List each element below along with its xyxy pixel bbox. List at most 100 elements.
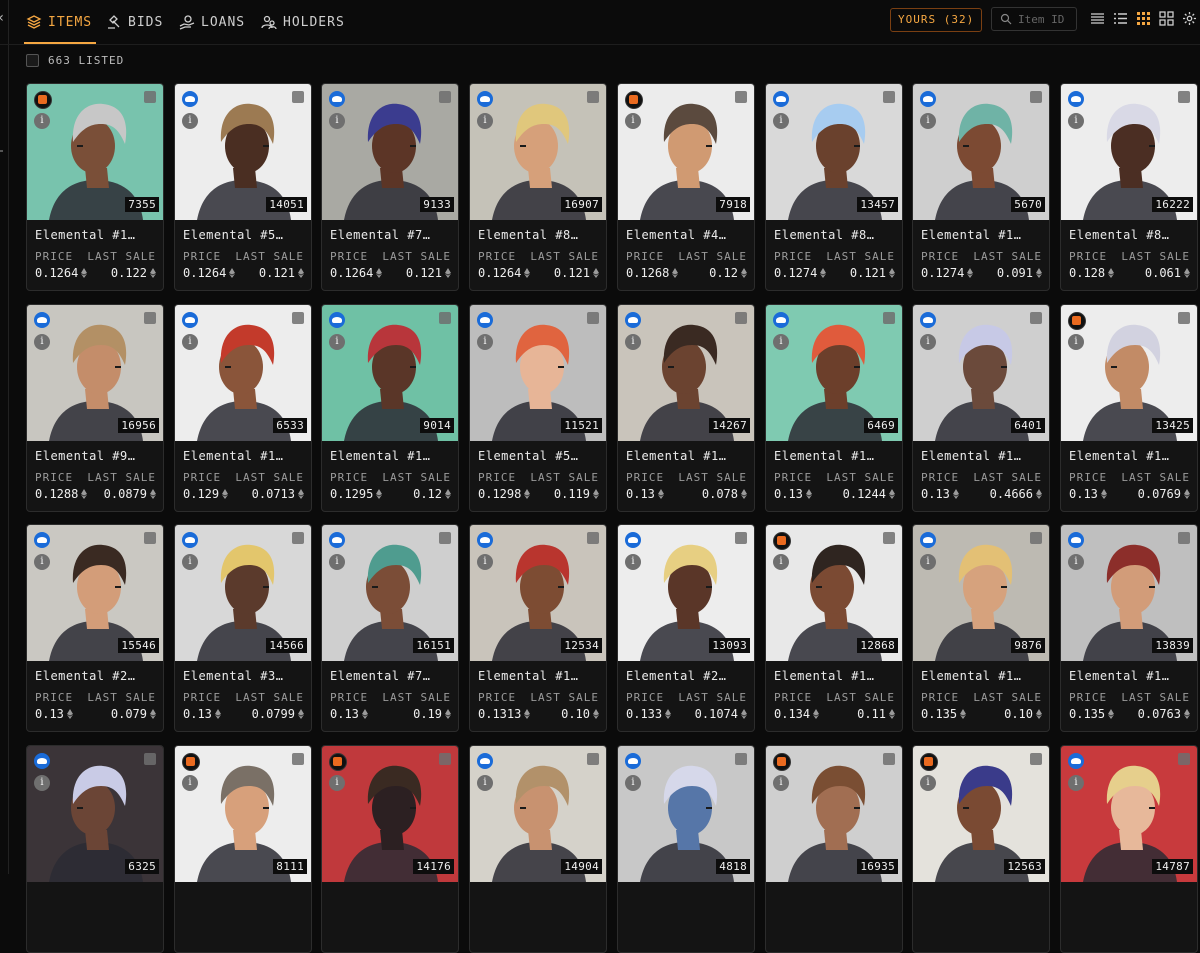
select-checkbox[interactable]: [1178, 532, 1190, 544]
gear-icon[interactable]: [1182, 11, 1197, 26]
nft-card[interactable]: i 14176: [321, 745, 459, 953]
info-icon[interactable]: i: [477, 113, 493, 129]
info-icon[interactable]: i: [477, 775, 493, 791]
nft-card[interactable]: i 12868 Elemental #1… PRICE LAST SALE 0.134 0.…: [765, 524, 903, 732]
nft-card[interactable]: i 13093 Elemental #2… PRICE LAST SALE 0.133 0.…: [617, 524, 755, 732]
info-icon[interactable]: i: [477, 334, 493, 350]
info-icon[interactable]: i: [1068, 775, 1084, 791]
select-checkbox[interactable]: [735, 532, 747, 544]
info-icon[interactable]: i: [920, 775, 936, 791]
select-checkbox[interactable]: [883, 91, 895, 103]
nft-card[interactable]: i 14904: [469, 745, 607, 953]
tab-bids[interactable]: BIDS: [106, 0, 163, 44]
select-checkbox[interactable]: [587, 532, 599, 544]
select-checkbox[interactable]: [735, 91, 747, 103]
info-icon[interactable]: i: [329, 113, 345, 129]
info-icon[interactable]: i: [182, 334, 198, 350]
info-icon[interactable]: i: [1068, 334, 1084, 350]
nft-card[interactable]: i 5670 Elemental #1… PRICE LAST SALE 0.1274 0.…: [912, 83, 1050, 291]
nft-card[interactable]: i 9876 Elemental #1… PRICE LAST SALE 0.135 0.1…: [912, 524, 1050, 732]
select-checkbox[interactable]: [292, 91, 304, 103]
info-icon[interactable]: i: [34, 554, 50, 570]
info-icon[interactable]: i: [920, 554, 936, 570]
info-icon[interactable]: i: [34, 334, 50, 350]
tab-loans[interactable]: LOANS: [179, 0, 245, 44]
nft-card[interactable]: i 6325: [26, 745, 164, 953]
select-checkbox[interactable]: [439, 312, 451, 324]
select-checkbox[interactable]: [883, 312, 895, 324]
info-icon[interactable]: i: [34, 775, 50, 791]
info-icon[interactable]: i: [329, 554, 345, 570]
info-icon[interactable]: i: [1068, 113, 1084, 129]
select-checkbox[interactable]: [1178, 91, 1190, 103]
nft-card[interactable]: i 16151 Elemental #7… PRICE LAST SALE 0.13 0.1…: [321, 524, 459, 732]
info-icon[interactable]: i: [773, 554, 789, 570]
nft-card[interactable]: i 16222 Elemental #8… PRICE LAST SALE 0.128 0.…: [1060, 83, 1198, 291]
select-checkbox[interactable]: [1030, 91, 1042, 103]
nft-card[interactable]: i 13839 Elemental #1… PRICE LAST SALE 0.135 0.…: [1060, 524, 1198, 732]
nft-card[interactable]: i 14267 Elemental #1… PRICE LAST SALE 0.13 0.0…: [617, 304, 755, 512]
item-id-search[interactable]: [991, 7, 1077, 31]
nft-card[interactable]: i 16907 Elemental #8… PRICE LAST SALE 0.1264 0…: [469, 83, 607, 291]
select-checkbox[interactable]: [587, 312, 599, 324]
nft-card[interactable]: i 13457 Elemental #8… PRICE LAST SALE 0.1274 0…: [765, 83, 903, 291]
select-checkbox[interactable]: [1030, 312, 1042, 324]
nft-card[interactable]: i 14051 Elemental #5… PRICE LAST SALE 0.1264 0…: [174, 83, 312, 291]
select-checkbox[interactable]: [144, 532, 156, 544]
info-icon[interactable]: i: [625, 334, 641, 350]
nft-card[interactable]: i 8111: [174, 745, 312, 953]
list-dense-icon[interactable]: [1090, 11, 1105, 26]
nft-card[interactable]: i 7918 Elemental #4… PRICE LAST SALE 0.1268 0.…: [617, 83, 755, 291]
nft-card[interactable]: i 7355 Elemental #1… PRICE LAST SALE 0.1264 0.…: [26, 83, 164, 291]
tab-holders[interactable]: HOLDERS: [261, 0, 345, 44]
nft-card[interactable]: i 14566 Elemental #3… PRICE LAST SALE 0.13 0.0…: [174, 524, 312, 732]
info-icon[interactable]: i: [477, 554, 493, 570]
nft-card[interactable]: i 6401 Elemental #1… PRICE LAST SALE 0.13 0.46…: [912, 304, 1050, 512]
info-icon[interactable]: i: [329, 775, 345, 791]
tab-items[interactable]: ITEMS: [23, 0, 97, 44]
nft-card[interactable]: i 12563: [912, 745, 1050, 953]
select-checkbox[interactable]: [883, 532, 895, 544]
info-icon[interactable]: i: [773, 113, 789, 129]
select-checkbox[interactable]: [439, 91, 451, 103]
nft-card[interactable]: i 15546 Elemental #2… PRICE LAST SALE 0.13 0.0…: [26, 524, 164, 732]
select-checkbox[interactable]: [439, 753, 451, 765]
nft-card[interactable]: i 11521 Elemental #5… PRICE LAST SALE 0.1298 0…: [469, 304, 607, 512]
select-checkbox[interactable]: [587, 91, 599, 103]
search-input[interactable]: [1018, 12, 1076, 26]
nft-card[interactable]: i 16935: [765, 745, 903, 953]
nft-card[interactable]: i 12534 Elemental #1… PRICE LAST SALE 0.1313 0…: [469, 524, 607, 732]
info-icon[interactable]: i: [625, 775, 641, 791]
select-checkbox[interactable]: [144, 91, 156, 103]
select-checkbox[interactable]: [439, 532, 451, 544]
nft-card[interactable]: i 13425 Elemental #1… PRICE LAST SALE 0.13 0.0…: [1060, 304, 1198, 512]
info-icon[interactable]: i: [920, 334, 936, 350]
info-icon[interactable]: i: [34, 113, 50, 129]
select-checkbox[interactable]: [1178, 753, 1190, 765]
yours-filter-button[interactable]: YOURS (32): [890, 8, 983, 32]
select-checkbox[interactable]: [735, 753, 747, 765]
nft-card[interactable]: i 16956 Elemental #9… PRICE LAST SALE 0.1288 0…: [26, 304, 164, 512]
info-icon[interactable]: i: [920, 113, 936, 129]
info-icon[interactable]: i: [329, 334, 345, 350]
info-icon[interactable]: i: [182, 775, 198, 791]
info-icon[interactable]: i: [773, 775, 789, 791]
select-checkbox[interactable]: [587, 753, 599, 765]
info-icon[interactable]: i: [625, 554, 641, 570]
info-icon[interactable]: i: [625, 113, 641, 129]
nft-card[interactable]: i 9133 Elemental #7… PRICE LAST SALE 0.1264 0.…: [321, 83, 459, 291]
select-checkbox[interactable]: [735, 312, 747, 324]
grid-small-icon[interactable]: [1136, 11, 1151, 26]
nft-card[interactable]: i 14787: [1060, 745, 1198, 953]
list-icon[interactable]: [1113, 11, 1128, 26]
info-icon[interactable]: i: [182, 113, 198, 129]
info-icon[interactable]: i: [182, 554, 198, 570]
select-checkbox[interactable]: [292, 753, 304, 765]
select-checkbox[interactable]: [1178, 312, 1190, 324]
nft-card[interactable]: i 9014 Elemental #1… PRICE LAST SALE 0.1295 0.…: [321, 304, 459, 512]
select-checkbox[interactable]: [292, 532, 304, 544]
select-all-checkbox[interactable]: [26, 54, 39, 67]
select-checkbox[interactable]: [144, 753, 156, 765]
nft-card[interactable]: i 6469 Elemental #1… PRICE LAST SALE 0.13 0.12…: [765, 304, 903, 512]
select-checkbox[interactable]: [883, 753, 895, 765]
